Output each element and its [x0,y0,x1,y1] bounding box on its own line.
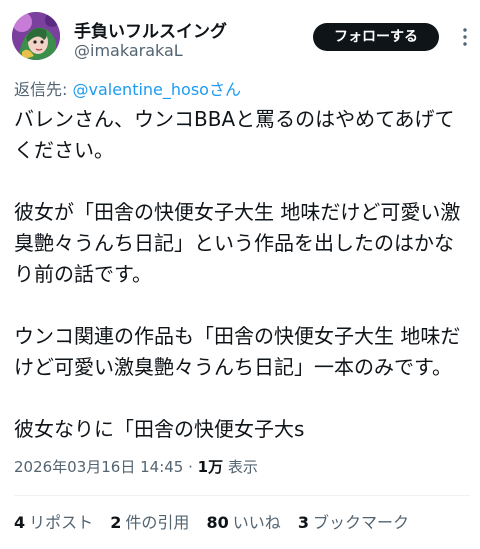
anime-avatar-icon [12,12,60,60]
author-handle[interactable]: @imakarakaL [74,41,183,60]
reply-mention-link[interactable]: @valentine_hosoさん [72,80,240,99]
likes-stat[interactable]: 80 いいね [207,513,281,532]
views-label: 表示 [223,458,258,476]
avatar[interactable] [12,12,60,60]
bookmarks-count: 3 [297,513,310,532]
quotes-label: 件の引用 [125,513,190,532]
views-count: 1万 [197,458,224,476]
tweet-header: 手負いフルスイング @imakarakaL フォローする [12,12,468,68]
reposts-count: 4 [14,513,26,532]
reposts-label: リポスト [29,513,94,532]
bookmarks-stat[interactable]: 3 ブックマーク [298,513,409,532]
divider [14,495,470,496]
tweet-text: バレンさん、ウンコBBAと罵るのはやめてあげてください。 彼女が「田舎の快便女子… [14,107,461,441]
bookmarks-label: ブックマーク [313,513,410,532]
reposts-stat[interactable]: 4 リポスト [14,513,93,532]
author-display-name[interactable]: 手負いフルスイング [74,17,227,42]
tweet-meta: 2026年03月16日 14:45 · 1万 表示 [14,456,258,477]
reply-to-prefix: 返信先: [14,80,73,99]
quotes-count: 2 [110,513,122,532]
more-options-icon[interactable] [453,25,477,49]
likes-count: 80 [206,513,229,532]
quotes-stat[interactable]: 2 件の引用 [110,513,189,532]
reply-to-line: 返信先: @valentine_hosoさん [14,76,241,100]
meta-separator: · [183,458,198,476]
follow-button[interactable]: フォローする [313,23,439,51]
likes-label: いいね [232,513,281,532]
tweet-timestamp[interactable]: 2026年03月16日 14:45 [14,458,183,476]
engagement-stats: 4 リポスト 2 件の引用 80 いいね 3 ブックマーク [14,509,421,533]
